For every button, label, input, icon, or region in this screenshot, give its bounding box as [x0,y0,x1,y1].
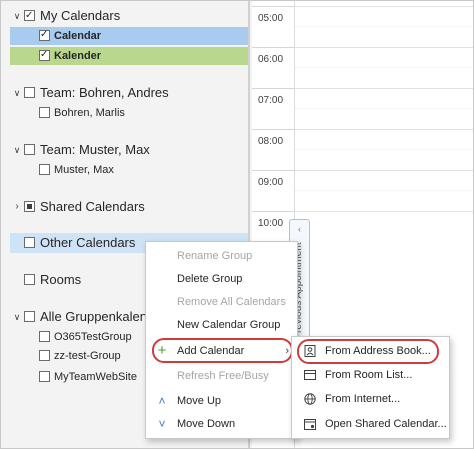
group-checkbox[interactable] [24,237,35,248]
half-hour-line [295,108,474,109]
half-hour-line [295,67,474,68]
group-team-bohren[interactable]: ∨ Team: Bohren, Andres [0,82,248,104]
half-hour-line [295,190,474,191]
half-hour-line [295,26,474,27]
calendar-label: O365TestGroup [54,331,132,343]
calendar-checkbox[interactable] [39,107,50,118]
group-label: My Calendars [40,8,121,23]
group-label: Team: Muster, Max [40,142,150,157]
calendar-checkbox[interactable] [39,350,50,361]
group-checkbox[interactable] [24,201,35,212]
group-my-calendars[interactable]: ∨ My Calendars [0,5,248,27]
menu-item-new-calendar-group[interactable]: New Calendar Group [146,314,297,336]
calendar-label: Kalender [54,50,102,62]
from-address-book-highlight [297,339,439,364]
calendar-label: Muster, Max [54,164,114,176]
time-slot: 06:00 [252,47,294,65]
time-label: 05:00 [258,13,284,24]
submenu-item-label: From Internet... [325,393,401,405]
globe-icon [304,393,316,405]
chevron-down-icon[interactable]: ∨ [12,5,22,27]
menu-item-label: Delete Group [177,273,243,285]
group-label: Rooms [40,272,82,287]
calendar-label: Bohren, Marlis [54,107,125,119]
time-slot: 05:00 [252,6,294,24]
group-checkbox[interactable] [24,5,35,27]
menu-item-remove-all-calendars[interactable]: Remove All Calendars [146,291,297,313]
hour-line [295,211,474,212]
shared-calendar-icon [304,419,316,430]
calendar-label: MyTeamWebSite [54,371,137,383]
half-hour-line [295,149,474,150]
submenu-item-from-internet[interactable]: From Internet... [292,387,449,411]
time-slot: 09:00 [252,170,294,188]
chevron-left-icon: ‹ [298,224,301,234]
group-label: Team: Bohren, Andres [40,85,169,100]
calendar-label: zz-test-Group [54,350,121,362]
chevron-up-icon: ˄ [158,394,166,408]
menu-item-label: Rename Group [177,250,253,262]
hour-line [295,88,474,89]
calendar-checkbox[interactable] [39,331,50,342]
time-label: 08:00 [258,136,284,147]
hour-line [295,129,474,130]
time-slot: 07:00 [252,88,294,106]
group-label: Other Calendars [40,235,136,250]
group-checkbox[interactable] [24,274,35,285]
chevron-down-icon: ˅ [158,417,166,431]
calendar-checkbox[interactable] [39,26,50,44]
menu-item-refresh-free-busy[interactable]: Refresh Free/Busy [146,365,297,387]
calendar-checkbox[interactable] [39,371,50,382]
room-list-icon [304,370,316,380]
calendar-item-calendar[interactable]: Calendar [10,26,248,45]
group-label: Shared Calendars [40,199,145,214]
time-label: 06:00 [258,54,284,65]
group-team-muster[interactable]: ∨ Team: Muster, Max [0,139,248,161]
time-slot: 10:00 [252,211,294,229]
hour-line [295,6,474,7]
hour-line [295,47,474,48]
time-label: 07:00 [258,95,284,106]
submenu-item-label: Open Shared Calendar... [325,418,447,430]
calendar-checkbox[interactable] [39,46,50,64]
chevron-down-icon[interactable]: ∨ [12,82,22,104]
calendar-label: Calendar [54,30,102,42]
time-label: 09:00 [258,177,284,188]
group-checkbox[interactable] [24,311,35,322]
hour-line [295,170,474,171]
calendar-checkbox[interactable] [39,164,50,175]
submenu-item-open-shared-calendar[interactable]: Open Shared Calendar... [292,412,449,436]
menu-item-rename-group[interactable]: Rename Group [146,245,297,267]
time-slot: 08:00 [252,129,294,147]
menu-item-label: Move Up [177,395,222,407]
calendar-item-bohren-marlis[interactable]: Bohren, Marlis [10,104,248,122]
menu-item-delete-group[interactable]: Delete Group [146,268,297,290]
time-label: 10:00 [258,218,284,229]
chevron-down-icon[interactable]: ∨ [12,139,22,161]
submenu-item-from-room-list[interactable]: From Room List... [292,363,449,387]
menu-item-move-up[interactable]: ˄ Move Up [146,390,297,412]
menu-item-label: Refresh Free/Busy [177,370,269,382]
calendar-item-muster-max[interactable]: Muster, Max [10,161,248,179]
group-shared-calendars[interactable]: › Shared Calendars [0,196,248,218]
calendar-item-kalender[interactable]: Kalender [10,46,248,65]
menu-item-label: Move Down [177,418,236,430]
group-checkbox[interactable] [24,144,35,155]
add-calendar-highlight [152,338,293,363]
chevron-right-icon[interactable]: › [12,196,22,218]
submenu-item-label: From Room List... [325,369,413,381]
menu-item-label: New Calendar Group [177,319,281,331]
chevron-down-icon[interactable]: ∨ [12,306,22,328]
group-checkbox[interactable] [24,87,35,98]
menu-item-label: Remove All Calendars [177,296,286,308]
menu-item-move-down[interactable]: ˅ Move Down [146,413,297,435]
